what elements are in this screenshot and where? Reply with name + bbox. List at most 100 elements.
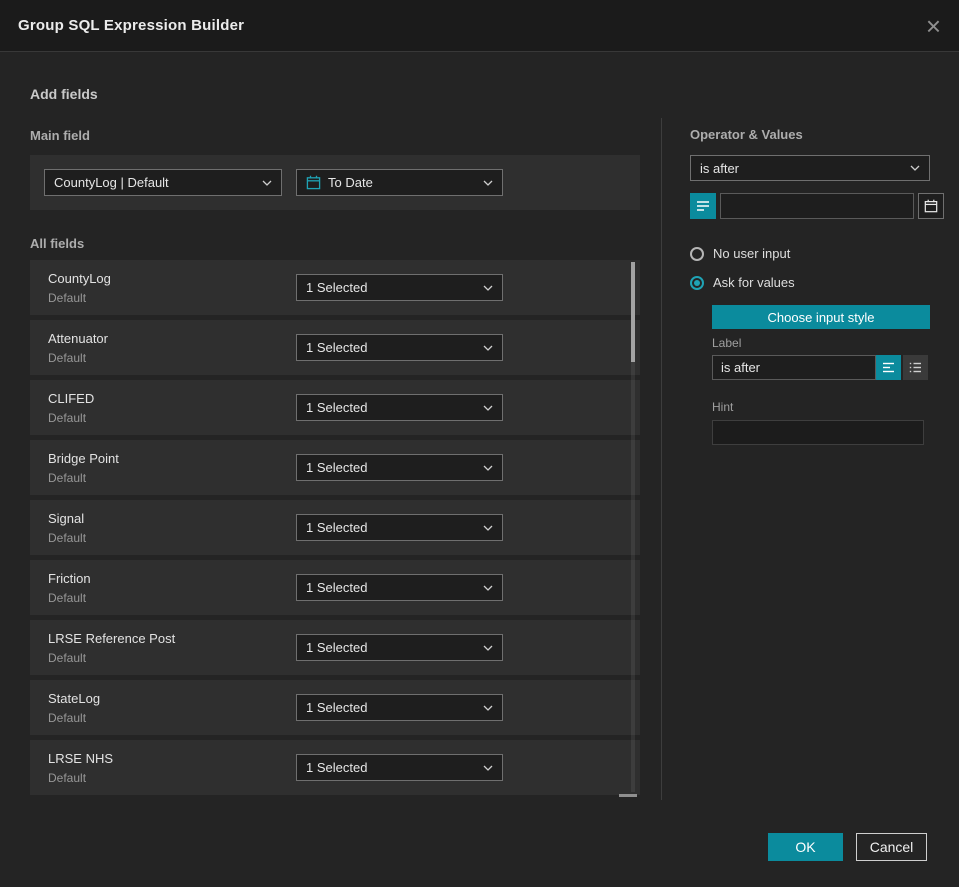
chevron-down-icon <box>483 765 493 771</box>
close-icon[interactable]: × <box>926 13 941 39</box>
all-fields-list: CountyLog Default 1 Selected Attenuator … <box>30 260 640 797</box>
field-sublabel: Default <box>48 291 87 305</box>
list-icon <box>909 362 921 373</box>
chevron-down-icon <box>483 645 493 651</box>
field-selected-value: 1 Selected <box>306 760 368 775</box>
field-selected-dropdown[interactable]: 1 Selected <box>296 334 503 361</box>
ok-button[interactable]: OK <box>768 833 843 861</box>
operator-dropdown[interactable]: is after <box>690 155 930 181</box>
field-sublabel: Default <box>48 651 87 665</box>
main-field-dropdown-value: CountyLog | Default <box>54 175 169 190</box>
field-selected-value: 1 Selected <box>306 460 368 475</box>
align-left-icon <box>883 362 894 373</box>
field-sublabel: Default <box>48 771 87 785</box>
field-name: CountyLog <box>48 271 111 286</box>
radio-no-user-input-label: No user input <box>713 246 791 261</box>
field-sublabel: Default <box>48 351 87 365</box>
operator-dropdown-value: is after <box>700 160 740 176</box>
field-sublabel: Default <box>48 591 87 605</box>
main-field-label: Main field <box>30 128 90 143</box>
value-input-row <box>690 193 944 219</box>
label-input[interactable] <box>712 355 876 380</box>
radio-no-user-input[interactable]: No user input <box>690 246 790 261</box>
date-field-dropdown[interactable]: To Date <box>296 169 503 196</box>
hint-input[interactable] <box>712 420 924 445</box>
field-selected-dropdown[interactable]: 1 Selected <box>296 514 503 541</box>
field-name: LRSE NHS <box>48 751 114 766</box>
field-selected-value: 1 Selected <box>306 580 368 595</box>
field-selected-value: 1 Selected <box>306 520 368 535</box>
field-row-bridge-point: Bridge Point Default 1 Selected <box>30 440 640 495</box>
add-fields-heading: Add fields <box>30 86 98 102</box>
field-name: Bridge Point <box>48 451 119 466</box>
main-field-panel: CountyLog | Default To Date <box>30 155 640 210</box>
chevron-down-icon <box>483 465 493 471</box>
scrollbar-thumb[interactable] <box>631 262 635 362</box>
radio-circle-icon[interactable] <box>690 246 704 261</box>
field-selected-value: 1 Selected <box>306 280 368 295</box>
hint-caption: Hint <box>712 400 734 414</box>
field-selected-dropdown[interactable]: 1 Selected <box>296 634 503 661</box>
cancel-button[interactable]: Cancel <box>856 833 927 861</box>
field-row-countylog: CountyLog Default 1 Selected <box>30 260 640 315</box>
radio-circle-selected-icon[interactable] <box>690 275 704 290</box>
group-sql-expression-builder-dialog: Group SQL Expression Builder × Add field… <box>0 0 959 887</box>
list-style-icon-button[interactable] <box>903 355 928 380</box>
field-sublabel: Default <box>48 411 87 425</box>
dialog-header: Group SQL Expression Builder × <box>0 0 959 52</box>
label-caption: Label <box>712 336 742 350</box>
field-sublabel: Default <box>48 531 87 545</box>
field-selected-value: 1 Selected <box>306 640 368 655</box>
all-fields-label: All fields <box>30 236 85 251</box>
field-sublabel: Default <box>48 711 87 725</box>
field-selected-dropdown[interactable]: 1 Selected <box>296 574 503 601</box>
field-selected-dropdown[interactable]: 1 Selected <box>296 394 503 421</box>
field-name: CLIFED <box>48 391 95 406</box>
operator-values-heading: Operator & Values <box>690 127 803 142</box>
field-selected-value: 1 Selected <box>306 400 368 415</box>
radio-ask-for-values-label: Ask for values <box>713 275 795 290</box>
choose-input-style-button[interactable]: Choose input style <box>712 305 930 329</box>
calendar-icon <box>306 175 321 190</box>
chevron-down-icon <box>483 405 493 411</box>
field-name: Attenuator <box>48 331 108 346</box>
field-selected-dropdown[interactable]: 1 Selected <box>296 694 503 721</box>
vertical-scrollbar[interactable] <box>631 262 635 792</box>
date-dropdown-value: To Date <box>328 175 373 190</box>
radio-ask-for-values[interactable]: Ask for values <box>690 275 795 290</box>
date-picker-button[interactable] <box>918 193 944 219</box>
calendar-icon <box>924 199 938 213</box>
field-row-clifed: CLIFED Default 1 Selected <box>30 380 640 435</box>
chevron-down-icon <box>262 180 272 186</box>
field-row-attenuator: Attenuator Default 1 Selected <box>30 320 640 375</box>
field-row-lrse-nhs: LRSE NHS Default 1 Selected <box>30 740 640 795</box>
field-row-lrse-reference-post: LRSE Reference Post Default 1 Selected <box>30 620 640 675</box>
chevron-down-icon <box>483 285 493 291</box>
horizontal-scrollbar[interactable] <box>619 794 637 797</box>
field-row-signal: Signal Default 1 Selected <box>30 500 640 555</box>
field-selected-value: 1 Selected <box>306 700 368 715</box>
input-style-icon-button[interactable] <box>690 193 716 219</box>
field-selected-dropdown[interactable]: 1 Selected <box>296 274 503 301</box>
chevron-down-icon <box>910 165 920 171</box>
field-selected-dropdown[interactable]: 1 Selected <box>296 454 503 481</box>
field-name: Signal <box>48 511 85 526</box>
chevron-down-icon <box>483 705 493 711</box>
field-name: LRSE Reference Post <box>48 631 176 646</box>
field-selected-dropdown[interactable]: 1 Selected <box>296 754 503 781</box>
value-input[interactable] <box>720 193 914 219</box>
field-row-statelog: StateLog Default 1 Selected <box>30 680 640 735</box>
chevron-down-icon <box>483 525 493 531</box>
dialog-title: Group SQL Expression Builder <box>18 17 245 34</box>
field-name: Friction <box>48 571 91 586</box>
chevron-down-icon <box>483 180 493 186</box>
field-name: StateLog <box>48 691 101 706</box>
chevron-down-icon <box>483 585 493 591</box>
main-field-dropdown[interactable]: CountyLog | Default <box>44 169 282 196</box>
chevron-down-icon <box>483 345 493 351</box>
label-input-row <box>712 355 930 380</box>
field-selected-value: 1 Selected <box>306 340 368 355</box>
field-sublabel: Default <box>48 471 87 485</box>
input-lines-icon <box>697 201 709 211</box>
align-left-icon-button[interactable] <box>876 355 901 380</box>
